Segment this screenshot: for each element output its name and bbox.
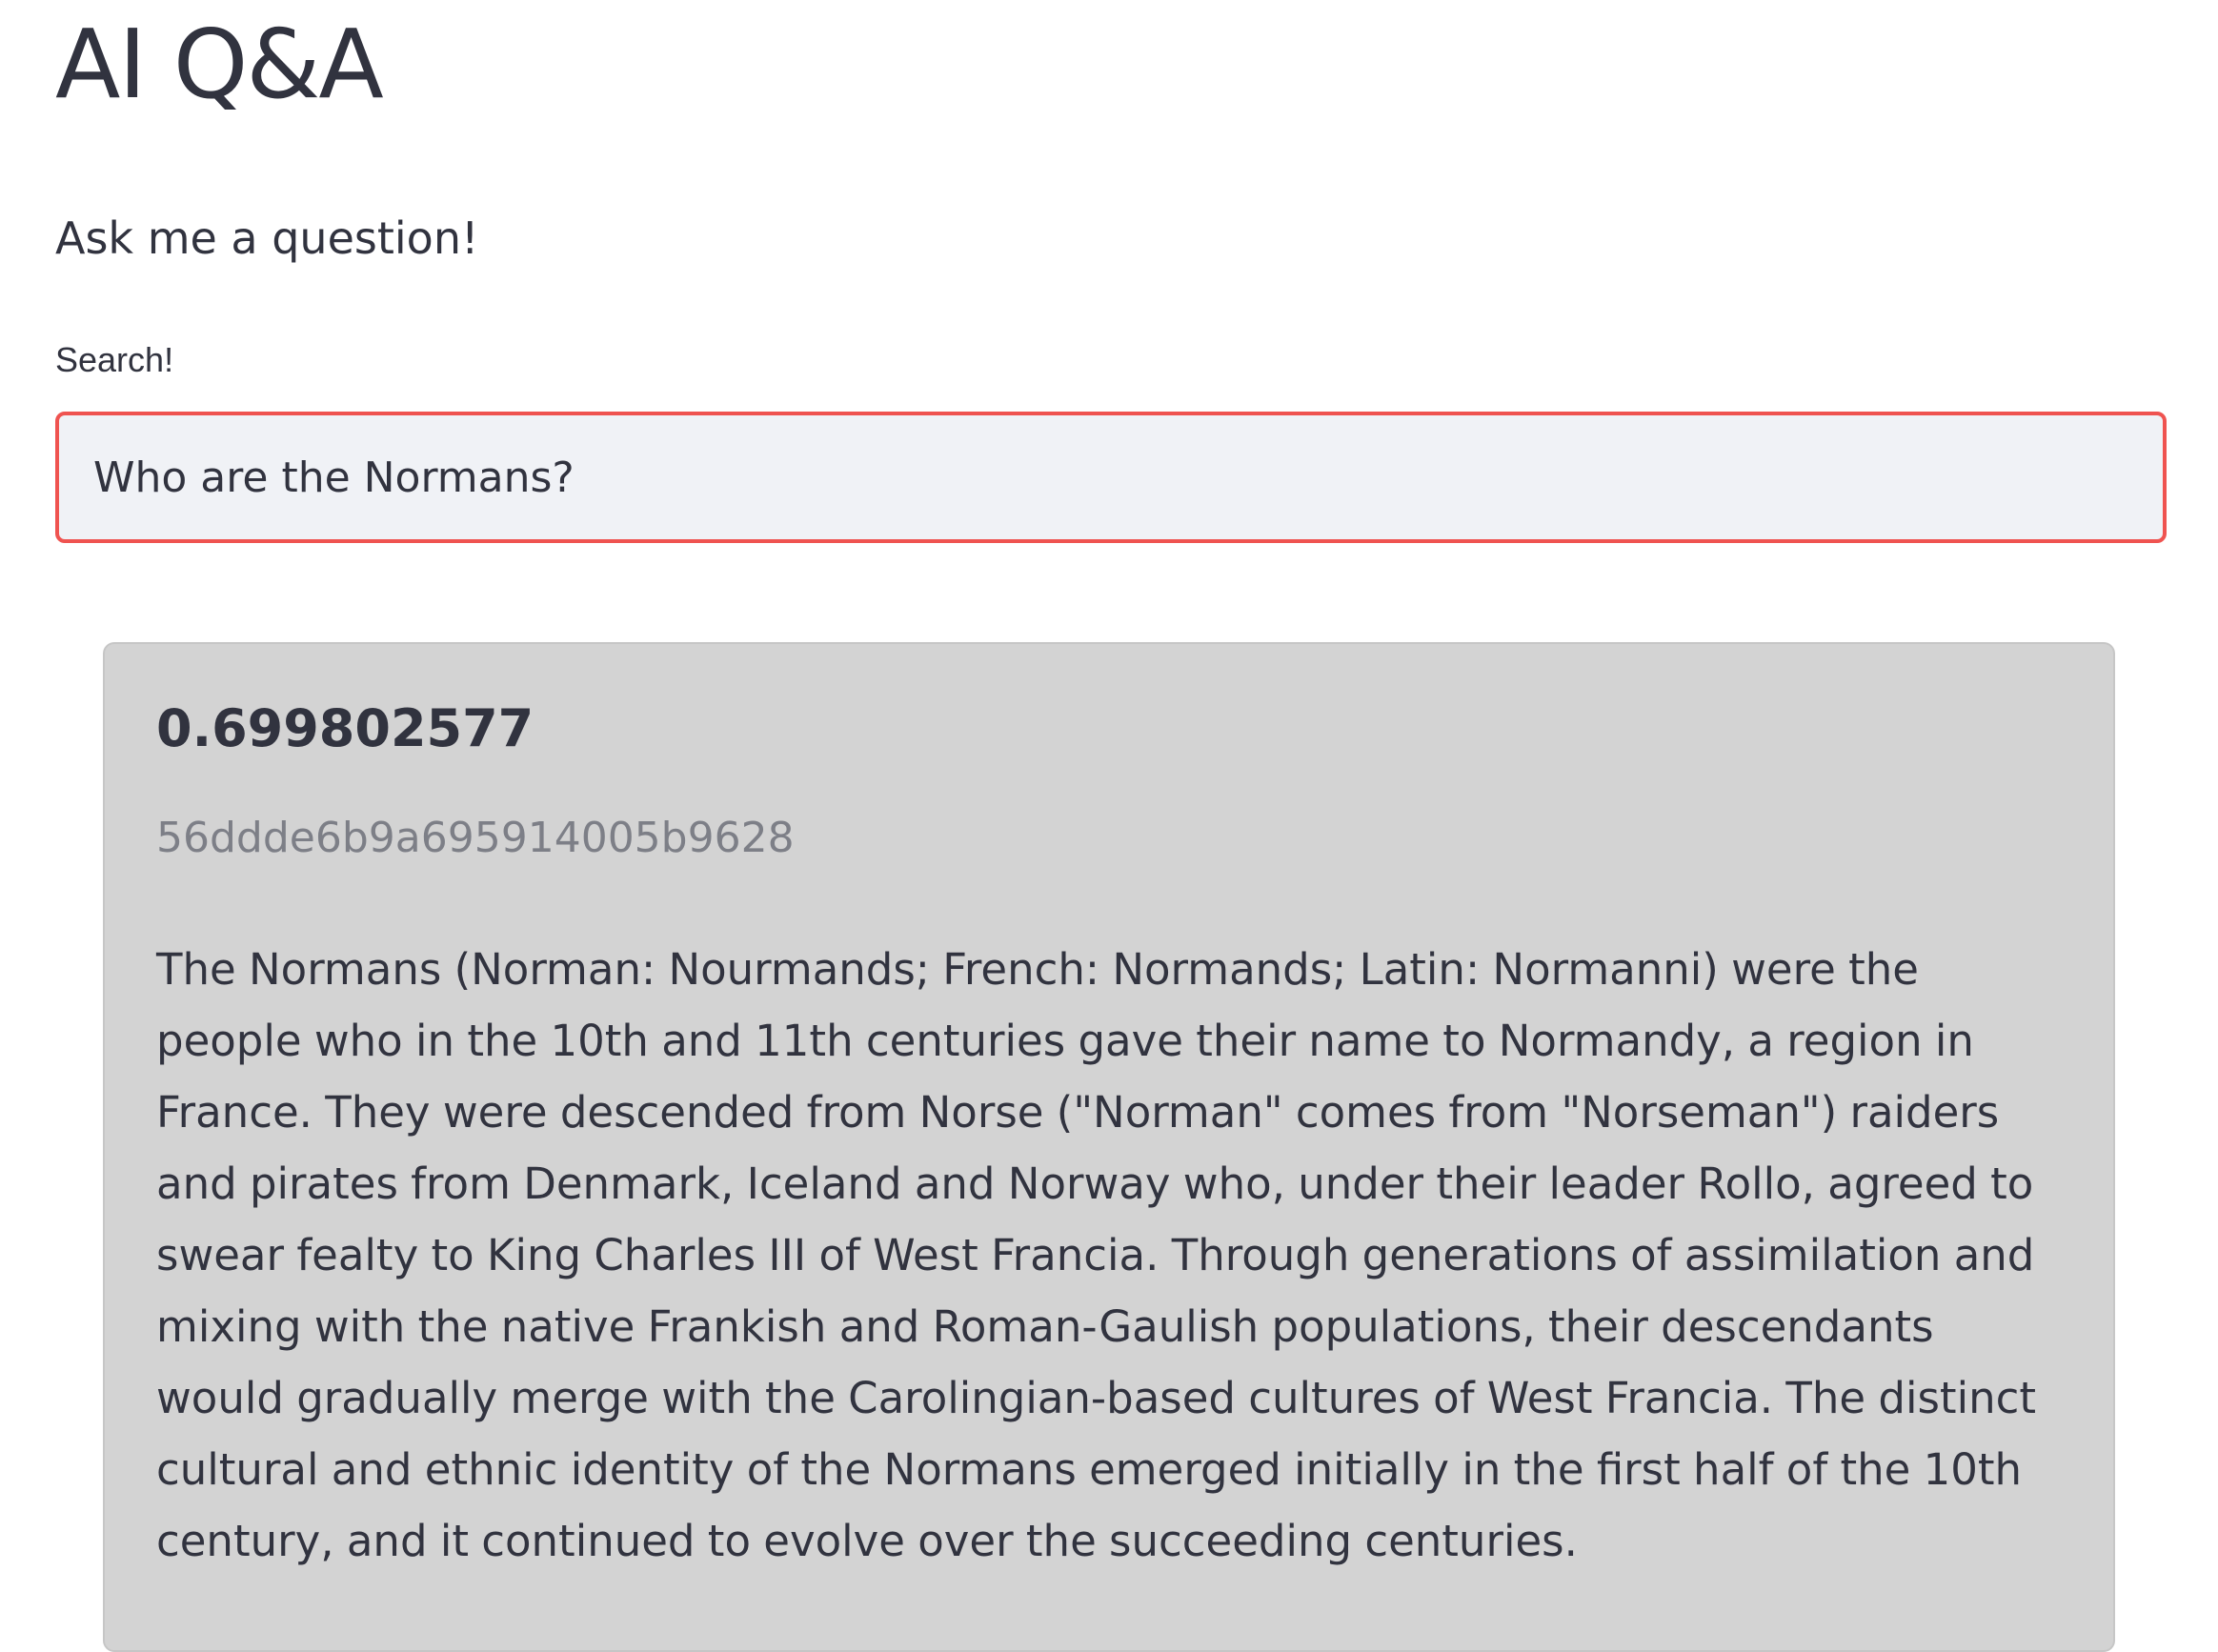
search-input[interactable] xyxy=(55,412,2167,543)
result-score: 0.699802577 xyxy=(156,698,534,758)
result-card: 0.699802577 56ddde6b9a695914005b9628 The… xyxy=(103,642,2115,1652)
result-answer: The Normans (Norman: Nourmands; French: … xyxy=(156,944,2036,1566)
page-title: AI Q&A xyxy=(55,9,384,120)
search-label: Search! xyxy=(55,340,174,379)
page-subtitle: Ask me a question! xyxy=(55,212,479,264)
qa-page: AI Q&A Ask me a question! Search! 0.6998… xyxy=(0,0,2218,1652)
result-id: 56ddde6b9a695914005b9628 xyxy=(156,814,795,862)
